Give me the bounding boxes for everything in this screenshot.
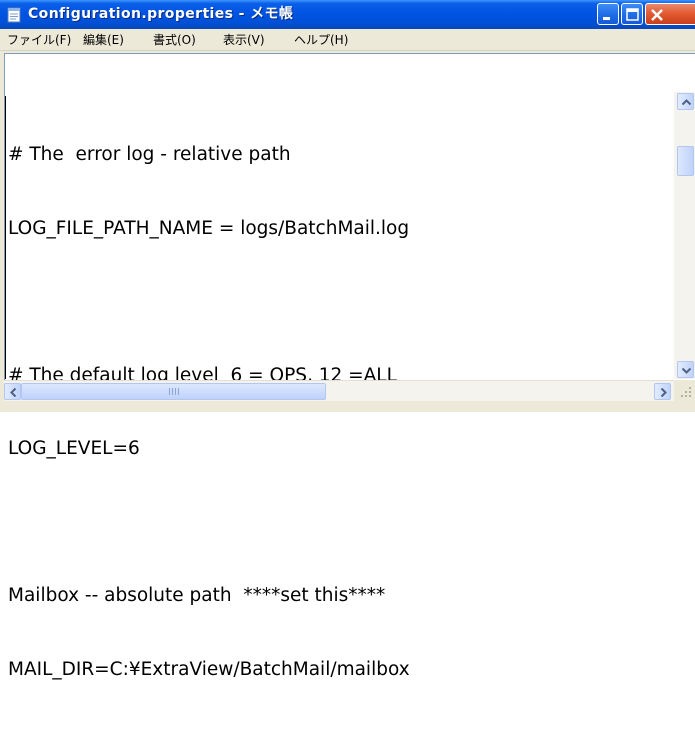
- menu-edit[interactable]: 編集(E): [83, 32, 124, 48]
- arrow-down-icon: [681, 367, 692, 374]
- resize-grip-icon: [681, 387, 691, 397]
- minimize-icon: [603, 17, 610, 20]
- scroll-down-button[interactable]: [677, 361, 694, 378]
- title-bar[interactable]: Configuration.properties - メモ帳: [0, 0, 695, 29]
- notepad-window: Configuration.properties - メモ帳 ファイル(F) 編…: [0, 0, 695, 680]
- scroll-left-button[interactable]: [4, 383, 21, 400]
- editor-line: # The error log - relative path: [8, 144, 291, 165]
- scroll-up-button[interactable]: [677, 93, 694, 110]
- maximize-button[interactable]: [621, 3, 643, 25]
- arrow-right-icon: [660, 387, 667, 398]
- menu-help[interactable]: ヘルプ(H): [294, 32, 348, 48]
- editor-line: MAIL_DIR=C:¥ExtraView/BatchMail/mailbox: [8, 658, 410, 680]
- editor-line: LOG_LEVEL=6: [8, 438, 140, 459]
- editor-line: LOG_FILE_PATH_NAME = logs/BatchMail.log: [8, 217, 410, 239]
- vertical-scrollbar[interactable]: [674, 92, 695, 379]
- minimize-button[interactable]: [597, 3, 619, 25]
- editor-content[interactable]: # The error log - relative path LOG_FILE…: [8, 94, 410, 731]
- menu-bar: ファイル(F) 編集(E) 書式(O) 表示(V) ヘルプ(H): [0, 29, 695, 51]
- resize-grip[interactable]: [674, 380, 695, 401]
- arrow-up-icon: [681, 99, 692, 106]
- scroll-right-button[interactable]: [654, 383, 671, 400]
- close-button[interactable]: [645, 3, 695, 25]
- menu-view[interactable]: 表示(V): [223, 32, 265, 48]
- arrow-left-icon: [10, 387, 17, 398]
- window-title: Configuration.properties - メモ帳: [28, 6, 294, 22]
- menu-format[interactable]: 書式(O): [153, 32, 196, 48]
- window-bottom-border: [0, 401, 695, 412]
- notepad-icon[interactable]: [6, 7, 22, 23]
- maximize-icon: [626, 8, 639, 21]
- text-caret: [5, 96, 6, 379]
- vertical-scroll-thumb[interactable]: [677, 146, 694, 176]
- menu-file[interactable]: ファイル(F): [7, 32, 71, 48]
- grip-icon: [169, 388, 179, 395]
- close-icon: [651, 9, 663, 21]
- editor-line: Mailbox -- absolute path ****set this***…: [8, 585, 386, 606]
